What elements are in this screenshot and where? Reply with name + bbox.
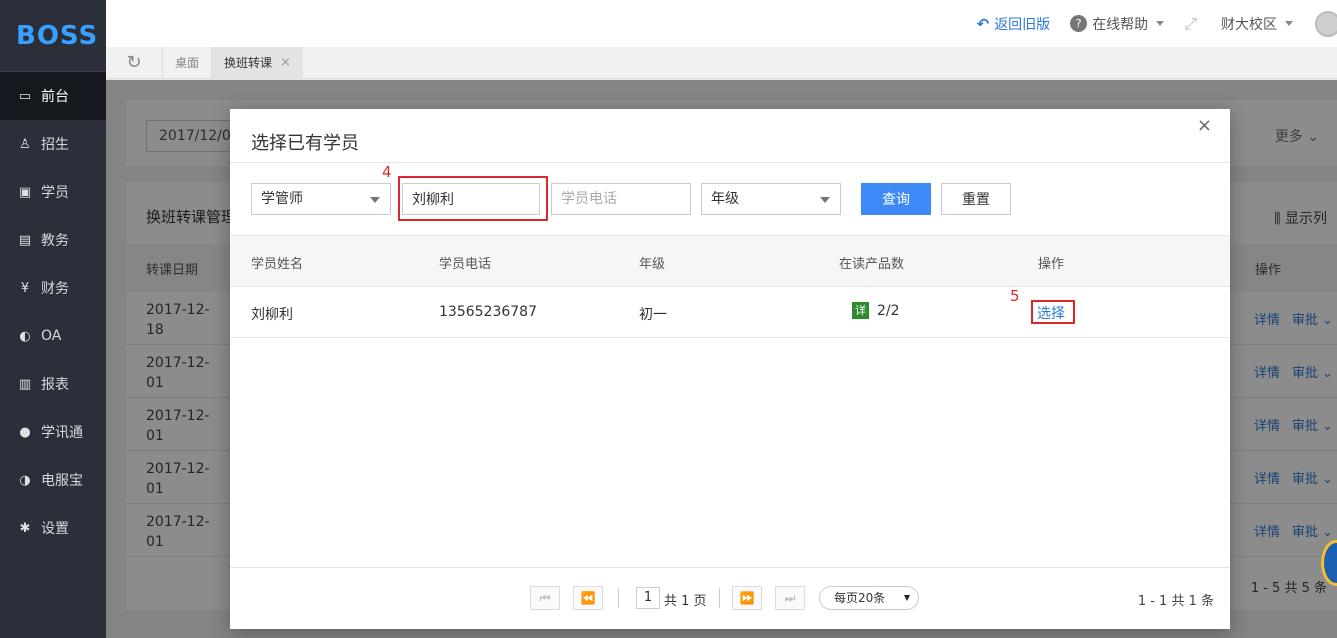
query-button[interactable]: 查询 bbox=[861, 183, 931, 215]
sidebar-item-2[interactable]: ▣ 学员 bbox=[0, 168, 106, 216]
online-help-menu[interactable]: ? 在线帮助 bbox=[1070, 14, 1165, 34]
sidebar-item-7[interactable]: ● 学讯通 bbox=[0, 408, 106, 456]
refresh-icon[interactable]: ↻ bbox=[106, 47, 162, 78]
products-cell: 详 2/2 bbox=[852, 302, 900, 319]
tab-class-transfer-label: 换班转课 bbox=[224, 56, 273, 70]
tab-class-transfer[interactable]: 换班转课 × bbox=[211, 47, 303, 78]
dialog-title: 选择已有学员 bbox=[251, 133, 359, 154]
detail-badge[interactable]: 详 bbox=[852, 302, 869, 319]
caret-down-icon bbox=[904, 595, 910, 601]
chevron-down-icon bbox=[370, 197, 380, 203]
campus-menu[interactable]: 财大校区 bbox=[1221, 14, 1293, 34]
phone-icon: ◑ bbox=[19, 472, 31, 488]
undo-icon: ↶ bbox=[976, 14, 990, 33]
chevron-down-icon bbox=[820, 197, 830, 203]
next-page-icon[interactable]: ⏩ bbox=[732, 586, 762, 610]
page-size-select[interactable]: 每页20条 bbox=[819, 586, 919, 610]
reset-button[interactable]: 重置 bbox=[941, 183, 1011, 215]
grade-select[interactable]: 年级 bbox=[701, 183, 841, 215]
close-icon[interactable]: × bbox=[280, 55, 291, 70]
select-student-link[interactable]: 选择 bbox=[1037, 303, 1065, 323]
teacher-select[interactable]: 学管师 bbox=[251, 183, 391, 215]
calendar-icon: ▭ bbox=[18, 88, 32, 104]
sidebar-item-6[interactable]: ▥ 报表 bbox=[0, 360, 106, 408]
avatar[interactable] bbox=[1315, 10, 1337, 37]
sidebar-item-9[interactable]: ✱ 设置 bbox=[0, 504, 106, 552]
gear-icon: ✱ bbox=[19, 520, 31, 536]
sidebar-item-label: 教务 bbox=[41, 233, 69, 249]
step-marker-5: 5 bbox=[1010, 287, 1020, 305]
sidebar-item-label: 前台 bbox=[41, 89, 69, 105]
pagination-info: 1 - 1 共 1 条 bbox=[1137, 594, 1214, 609]
chevron-down-icon bbox=[1156, 21, 1165, 26]
student-name-cell: 刘柳利 bbox=[251, 307, 293, 323]
campus-label: 财大校区 bbox=[1221, 16, 1277, 33]
back-old-version-label: 返回旧版 bbox=[994, 16, 1051, 33]
help-icon: ? bbox=[1070, 15, 1088, 32]
tab-desktop-label: 桌面 bbox=[175, 56, 200, 70]
step-marker-4: 4 bbox=[382, 163, 392, 181]
total-pages: 共 1 页 bbox=[664, 594, 707, 609]
back-old-version-link[interactable]: ↶ 返回旧版 bbox=[977, 14, 1051, 34]
student-card-icon: ▣ bbox=[18, 184, 32, 200]
grade-cell: 初一 bbox=[639, 307, 667, 323]
column-header-actions: 操作 bbox=[1038, 257, 1065, 272]
last-page-icon[interactable]: ⏭ bbox=[775, 586, 805, 610]
sidebar-item-label: 设置 bbox=[41, 521, 69, 537]
student-phone-input[interactable] bbox=[551, 183, 691, 215]
divider bbox=[230, 162, 1230, 163]
tab-desktop[interactable]: 桌面 bbox=[162, 47, 211, 78]
teacher-select-value: 学管师 bbox=[261, 191, 303, 207]
close-icon[interactable]: × bbox=[1197, 115, 1212, 136]
column-header-products: 在读产品数 bbox=[839, 257, 905, 272]
sidebar-item-label: 招生 bbox=[41, 137, 69, 153]
sidebar-item-label: 财务 bbox=[41, 281, 69, 297]
sidebar-item-3[interactable]: ▤ 教务 bbox=[0, 216, 106, 264]
page-number-input[interactable]: 1 bbox=[636, 587, 660, 609]
sidebar-item-label: 报表 bbox=[41, 377, 69, 393]
first-page-icon[interactable]: ⏮ bbox=[530, 586, 560, 610]
logo: BOSS bbox=[0, 0, 106, 72]
student-phone-cell: 13565236787 bbox=[439, 304, 537, 320]
chevron-down-icon bbox=[1285, 21, 1293, 26]
column-header-name: 学员姓名 bbox=[251, 257, 304, 272]
prev-page-icon[interactable]: ⏪ bbox=[573, 586, 603, 610]
sidebar-item-label: OA bbox=[41, 328, 62, 344]
select-student-dialog: 选择已有学员 × 学管师 4 年级 查询 重置 学员姓名 学员电话 年级 在读产… bbox=[230, 109, 1230, 629]
top-header: ↶ 返回旧版 ? 在线帮助 ⤢ 财大校区 bbox=[106, 0, 1337, 47]
sidebar-item-label: 学员 bbox=[41, 185, 69, 201]
page-size-value: 每页20条 bbox=[834, 591, 886, 605]
toggle-icon: ◐ bbox=[19, 328, 31, 344]
column-header-phone: 学员电话 bbox=[439, 257, 492, 272]
products-count: 2/2 bbox=[877, 303, 900, 319]
bar-chart-icon: ▥ bbox=[18, 376, 32, 392]
sidebar-item-label: 学讯通 bbox=[41, 425, 83, 441]
row-divider bbox=[230, 337, 1230, 338]
sidebar-item-4[interactable]: ¥ 财务 bbox=[0, 264, 106, 312]
fullscreen-icon[interactable]: ⤢ bbox=[1184, 14, 1197, 34]
table-header bbox=[230, 235, 1230, 287]
user-add-icon: ♙ bbox=[19, 136, 31, 152]
location-icon: ● bbox=[19, 424, 31, 440]
online-help-label: 在线帮助 bbox=[1092, 16, 1149, 33]
grade-select-value: 年级 bbox=[711, 191, 739, 207]
money-icon: ¥ bbox=[20, 280, 30, 296]
column-header-grade: 年级 bbox=[639, 257, 666, 272]
sidebar-item-label: 电服宝 bbox=[41, 473, 83, 489]
divider bbox=[719, 588, 720, 608]
sidebar: BOSS ▭ 前台 ♙ 招生 ▣ 学员 ▤ 教务 ¥ 财务 ◐ OA ▥ 报表 ● 学讯通 ◑ 电服宝 ✱ 设置 bbox=[0, 0, 106, 638]
tab-bar: ↻ 桌面 换班转课 × bbox=[106, 47, 1337, 79]
student-name-input[interactable] bbox=[402, 183, 540, 215]
divider bbox=[618, 588, 619, 608]
sidebar-item-1[interactable]: ♙ 招生 bbox=[0, 120, 106, 168]
footer-divider bbox=[230, 567, 1230, 568]
sidebar-item-8[interactable]: ◑ 电服宝 bbox=[0, 456, 106, 504]
sidebar-item-5[interactable]: ◐ OA bbox=[0, 312, 106, 360]
sidebar-item-0[interactable]: ▭ 前台 bbox=[0, 72, 106, 120]
book-icon: ▤ bbox=[18, 232, 32, 248]
